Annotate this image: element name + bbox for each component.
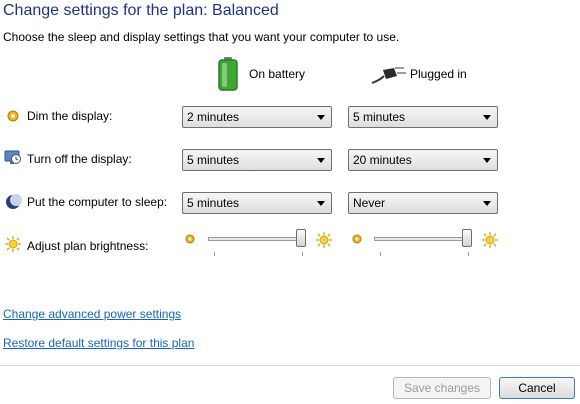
bright-sun-icon	[481, 231, 499, 249]
dim-display-battery-select[interactable]: 2 minutes	[182, 106, 332, 128]
turn-off-display-battery-value: 5 minutes	[187, 153, 240, 167]
page-title: Change settings for the plan: Balanced	[3, 2, 279, 19]
column-header-on-battery: On battery	[249, 67, 306, 81]
dim-display-icon	[4, 107, 22, 125]
turn-off-display-battery-select[interactable]: 5 minutes	[182, 149, 332, 171]
plugged-brightness-slider-thumb[interactable]	[462, 229, 472, 247]
column-header-plugged-in: Plugged in	[410, 67, 467, 81]
sleep-plugged-value: Never	[353, 196, 386, 210]
restore-defaults-link[interactable]: Restore default settings for this plan	[3, 336, 194, 350]
chevron-down-icon	[317, 201, 325, 206]
turn-off-display-plugged-value: 20 minutes	[353, 153, 412, 167]
chevron-down-icon	[483, 158, 491, 163]
power-plug-icon	[370, 64, 406, 86]
dim-sun-icon	[183, 232, 197, 246]
slider-tick	[214, 252, 215, 256]
battery-icon	[215, 56, 243, 92]
chevron-down-icon	[483, 201, 491, 206]
monitor-clock-icon	[4, 148, 22, 166]
brightness-sun-icon	[4, 235, 22, 253]
turn-off-display-plugged-select[interactable]: 20 minutes	[348, 149, 498, 171]
footer-divider	[0, 365, 580, 366]
slider-tick	[302, 252, 303, 256]
dim-sun-icon	[350, 232, 364, 246]
plugged-brightness-track[interactable]	[374, 237, 472, 241]
advanced-power-settings-link[interactable]: Change advanced power settings	[3, 307, 181, 321]
chevron-down-icon	[483, 115, 491, 120]
slider-tick	[380, 252, 381, 256]
battery-brightness-track[interactable]	[208, 237, 306, 241]
chevron-down-icon	[317, 158, 325, 163]
dim-display-battery-value: 2 minutes	[187, 110, 240, 124]
sleep-battery-select[interactable]: 5 minutes	[182, 192, 332, 214]
chevron-down-icon	[317, 115, 325, 120]
sleep-plugged-select[interactable]: Never	[348, 192, 498, 214]
dim-display-plugged-select[interactable]: 5 minutes	[348, 106, 498, 128]
slider-tick	[468, 252, 469, 256]
turn-off-display-label: Turn off the display:	[27, 152, 132, 166]
dim-display-label: Dim the display:	[27, 109, 113, 123]
dim-display-plugged-value: 5 minutes	[353, 110, 406, 124]
save-changes-button[interactable]: Save changes	[393, 377, 491, 399]
page-subtitle: Choose the sleep and display settings th…	[3, 30, 400, 44]
cancel-button[interactable]: Cancel	[499, 377, 575, 399]
sleep-battery-value: 5 minutes	[187, 196, 240, 210]
brightness-label: Adjust plan brightness:	[27, 239, 149, 253]
sleep-label: Put the computer to sleep:	[27, 195, 168, 209]
bright-sun-icon	[315, 231, 333, 249]
moon-sleep-icon	[4, 193, 22, 211]
battery-brightness-slider-thumb[interactable]	[296, 229, 306, 247]
